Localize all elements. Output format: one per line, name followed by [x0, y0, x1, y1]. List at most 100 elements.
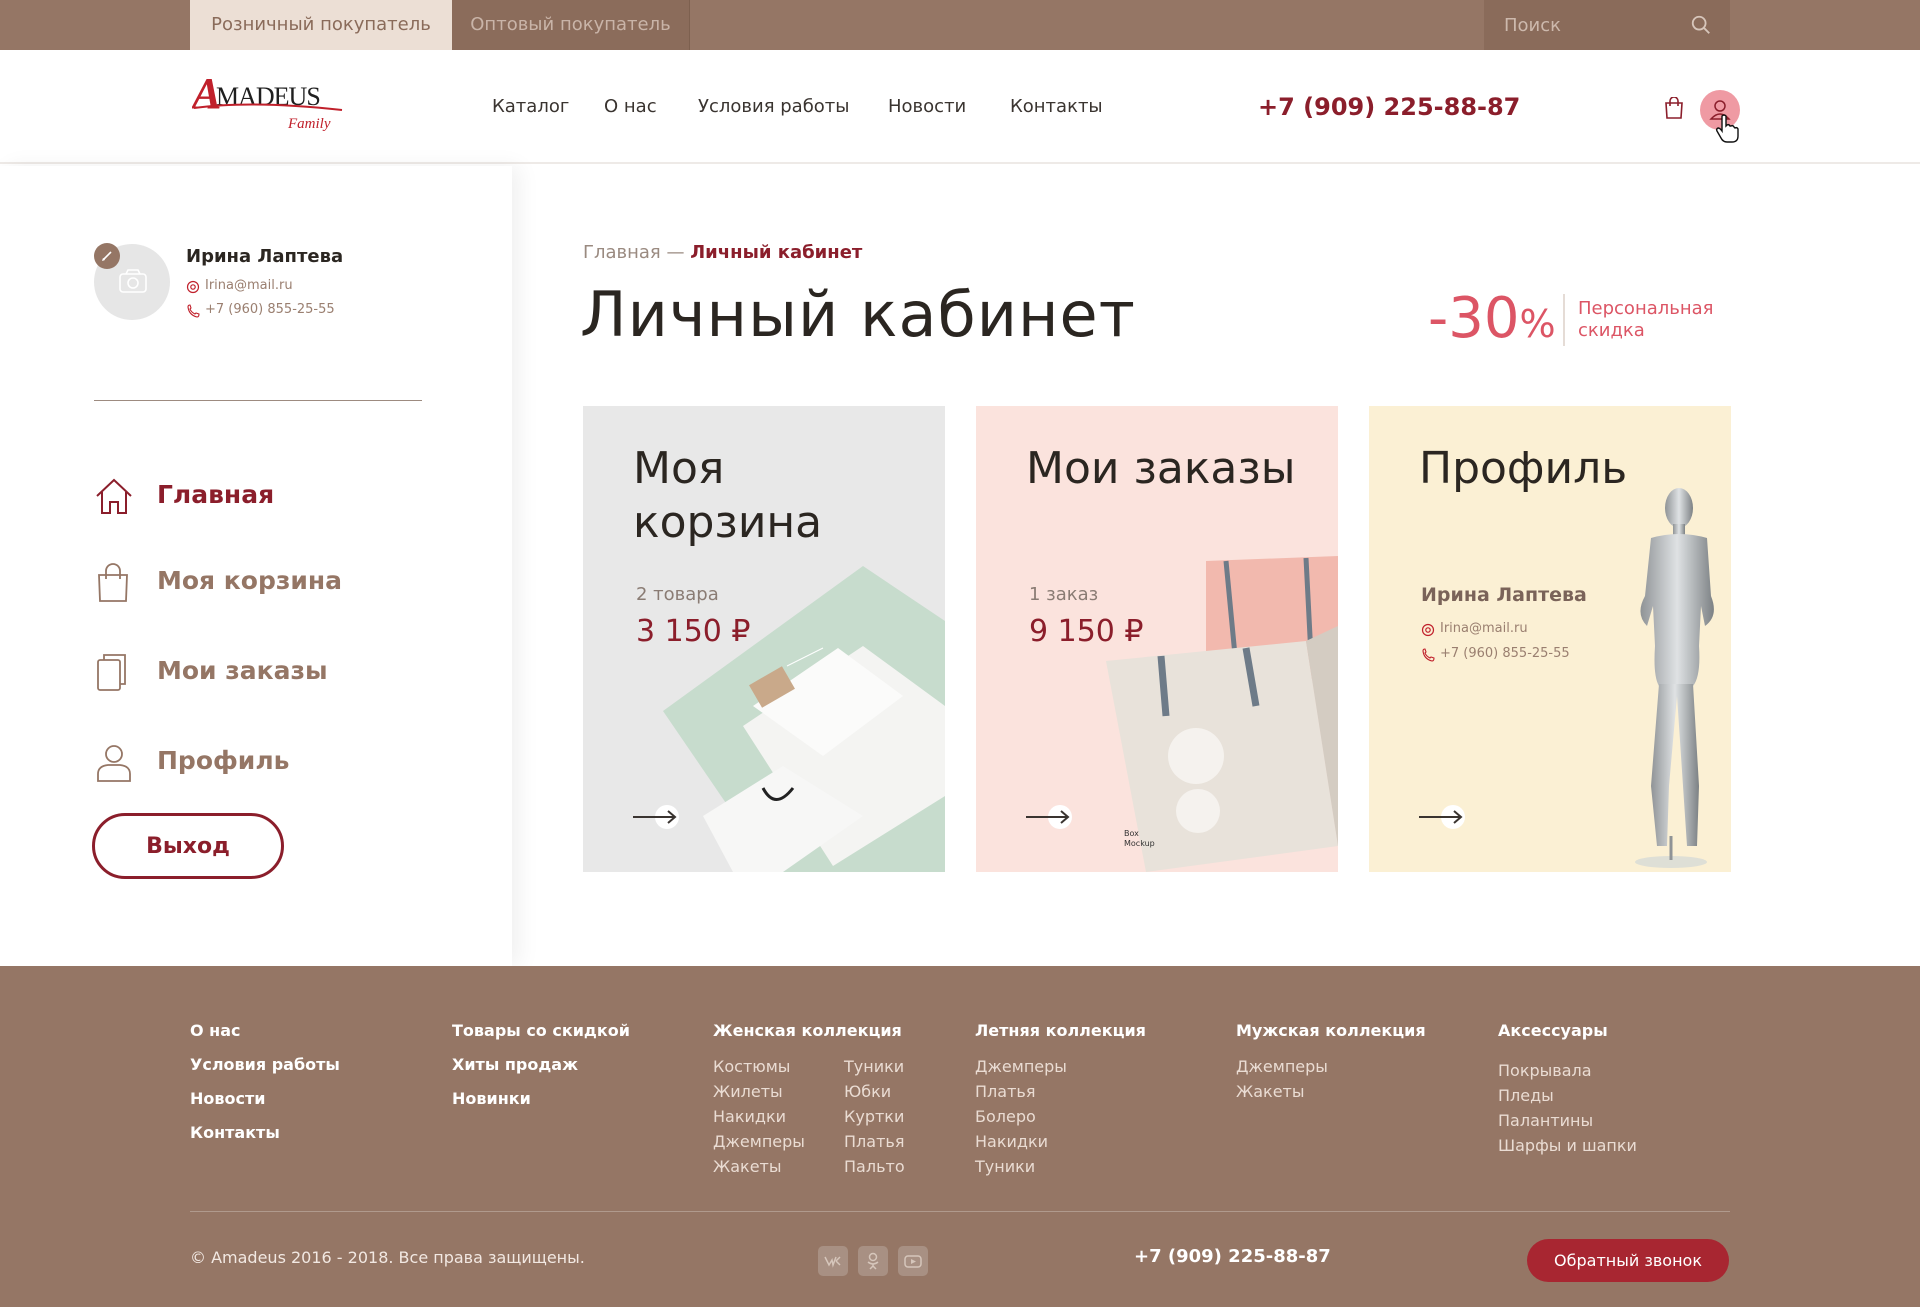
footer-link[interactable]: Платья: [844, 1129, 905, 1154]
user-email: Irina@mail.ru: [205, 278, 293, 293]
profile-card[interactable]: Профиль Ирина Лаптева Irina@mail.ru +7 (…: [1369, 406, 1731, 872]
breadcrumb-current: Личный кабинет: [690, 242, 863, 263]
home-icon: [96, 478, 132, 514]
footer-link[interactable]: Хиты продаж: [452, 1048, 630, 1082]
arrow-right-icon[interactable]: [633, 804, 681, 830]
orders-total: 9 150 ₽: [1029, 614, 1144, 649]
footer-heading[interactable]: Мужская коллекция: [1236, 1014, 1426, 1048]
footer-link[interactable]: Куртки: [844, 1104, 905, 1129]
orders-icon: [97, 654, 126, 691]
footer-link[interactable]: Болеро: [975, 1104, 1146, 1129]
footer-link[interactable]: Жилеты: [713, 1079, 805, 1104]
youtube-icon[interactable]: [898, 1246, 928, 1276]
mannequin-image: [1635, 488, 1714, 868]
discount-number: -30: [1428, 286, 1520, 351]
edit-avatar-button[interactable]: [94, 243, 120, 269]
footer-link[interactable]: Юбки: [844, 1079, 905, 1104]
footer-link[interactable]: Накидки: [713, 1104, 805, 1129]
discount-unit: %: [1519, 302, 1556, 346]
footer-link[interactable]: Жакеты: [1236, 1079, 1426, 1104]
arrow-right-icon[interactable]: [1026, 804, 1074, 830]
tab-wholesale-buyer[interactable]: Оптовый покупатель: [452, 0, 690, 50]
svg-text:Family: Family: [287, 116, 331, 132]
footer-link[interactable]: О нас: [190, 1014, 340, 1048]
footer-link[interactable]: Накидки: [975, 1129, 1146, 1154]
breadcrumb-separator: —: [666, 242, 685, 263]
odnoklassniki-icon[interactable]: [858, 1246, 888, 1276]
pencil-icon: [102, 251, 112, 261]
footer-link[interactable]: Костюмы: [713, 1054, 805, 1079]
sidebar-item-label: Мои заказы: [157, 656, 328, 685]
callback-button[interactable]: Обратный звонок: [1527, 1239, 1729, 1282]
footer-link[interactable]: Жакеты: [713, 1154, 805, 1179]
hand-cursor-icon: [1715, 114, 1739, 143]
arrow-right-icon[interactable]: [1419, 804, 1467, 830]
footer-link[interactable]: Туники: [844, 1054, 905, 1079]
page-title: Личный кабинет: [580, 278, 1136, 351]
footer-link[interactable]: Палантины: [1498, 1108, 1637, 1133]
cart-item-count: 2 товара: [636, 584, 719, 605]
vk-glyph: [824, 1256, 841, 1268]
footer-column-men: Мужская коллекция Джемперы Жакеты: [1236, 1014, 1426, 1104]
footer-column-info: О нас Условия работы Новости Контакты: [190, 1014, 340, 1150]
footer-link[interactable]: Товары со скидкой: [452, 1014, 630, 1048]
profile-card-name: Ирина Лаптева: [1421, 584, 1587, 606]
nav-catalog[interactable]: Каталог: [492, 50, 569, 164]
nav-news[interactable]: Новости: [888, 50, 966, 164]
sidebar-item-profile[interactable]: Профиль: [94, 736, 414, 786]
footer-link[interactable]: Шарфы и шапки: [1498, 1133, 1637, 1158]
footer-link[interactable]: Джемперы: [975, 1054, 1146, 1079]
nav-about[interactable]: О нас: [604, 50, 657, 164]
search-input[interactable]: [1484, 0, 1684, 50]
svg-text:Box: Box: [1124, 829, 1139, 838]
nav-contacts[interactable]: Контакты: [1010, 50, 1103, 164]
shopping-bag-icon[interactable]: [1664, 97, 1684, 119]
profile-card-title: Профиль: [1419, 443, 1628, 494]
user-name: Ирина Лаптева: [186, 246, 344, 267]
cart-card[interactable]: Моя корзина 2 товара 3 150 ₽: [583, 406, 945, 872]
footer-heading[interactable]: Женская коллекция: [713, 1014, 902, 1048]
profile-icon: [97, 745, 131, 782]
footer-link[interactable]: Новинки: [452, 1082, 630, 1116]
tab-retail-buyer[interactable]: Розничный покупатель: [190, 0, 452, 50]
footer-link[interactable]: Пледы: [1498, 1083, 1637, 1108]
sidebar-item-label: Моя корзина: [157, 566, 343, 595]
footer-link[interactable]: Условия работы: [190, 1048, 340, 1082]
account-sidebar: Ирина Лаптева Irina@mail.ru +7 (960) 855…: [0, 166, 512, 966]
footer-link[interactable]: Джемперы: [1236, 1054, 1426, 1079]
footer-phone[interactable]: +7 (909) 225-88-87: [1134, 1246, 1331, 1267]
discount-label: Персональная скидка: [1578, 298, 1714, 341]
breadcrumb-home[interactable]: Главная: [583, 242, 661, 263]
footer-link[interactable]: Туники: [975, 1154, 1146, 1179]
vk-icon[interactable]: [818, 1246, 848, 1276]
nav-terms[interactable]: Условия работы: [698, 50, 850, 164]
footer-heading[interactable]: Аксессуары: [1498, 1014, 1637, 1048]
sidebar-item-cart[interactable]: Моя корзина: [94, 556, 414, 606]
footer-link[interactable]: Новости: [190, 1082, 340, 1116]
sidebar-item-orders[interactable]: Мои заказы: [94, 646, 414, 696]
footer-heading[interactable]: Летняя коллекция: [975, 1014, 1146, 1048]
site-header: A MADEUS Family Каталог О нас Условия ра…: [0, 50, 1920, 164]
shopping-bags-image: Box Mockup: [1106, 556, 1338, 872]
search-icon[interactable]: [1690, 14, 1712, 36]
logout-button[interactable]: Выход: [92, 813, 284, 879]
amadeus-logo[interactable]: A MADEUS Family: [192, 72, 352, 142]
sidebar-item-home[interactable]: Главная: [94, 470, 414, 520]
phone-icon: [187, 304, 200, 318]
footer-link[interactable]: Джемперы: [713, 1129, 805, 1154]
footer-link[interactable]: Платья: [975, 1079, 1146, 1104]
footer-column-accessories: Аксессуары Покрывала Пледы Палантины Шар…: [1498, 1014, 1637, 1158]
footer-link[interactable]: Контакты: [190, 1116, 340, 1150]
footer-link[interactable]: Пальто: [844, 1154, 905, 1179]
cart-total: 3 150 ₽: [636, 614, 751, 649]
bag-icon: [98, 563, 128, 602]
user-phone: +7 (960) 855-25-55: [205, 302, 335, 317]
orders-card[interactable]: Box Mockup Мои заказы 1 заказ 9 150 ₽: [976, 406, 1338, 872]
header-phone[interactable]: +7 (909) 225-88-87: [1258, 50, 1520, 164]
ok-glyph: [867, 1252, 879, 1270]
email-icon: [186, 280, 200, 294]
discount-separator: [1563, 294, 1565, 346]
sidebar-divider: [94, 400, 422, 401]
discount-value: -30%: [1428, 286, 1556, 351]
footer-link[interactable]: Покрывала: [1498, 1058, 1637, 1083]
